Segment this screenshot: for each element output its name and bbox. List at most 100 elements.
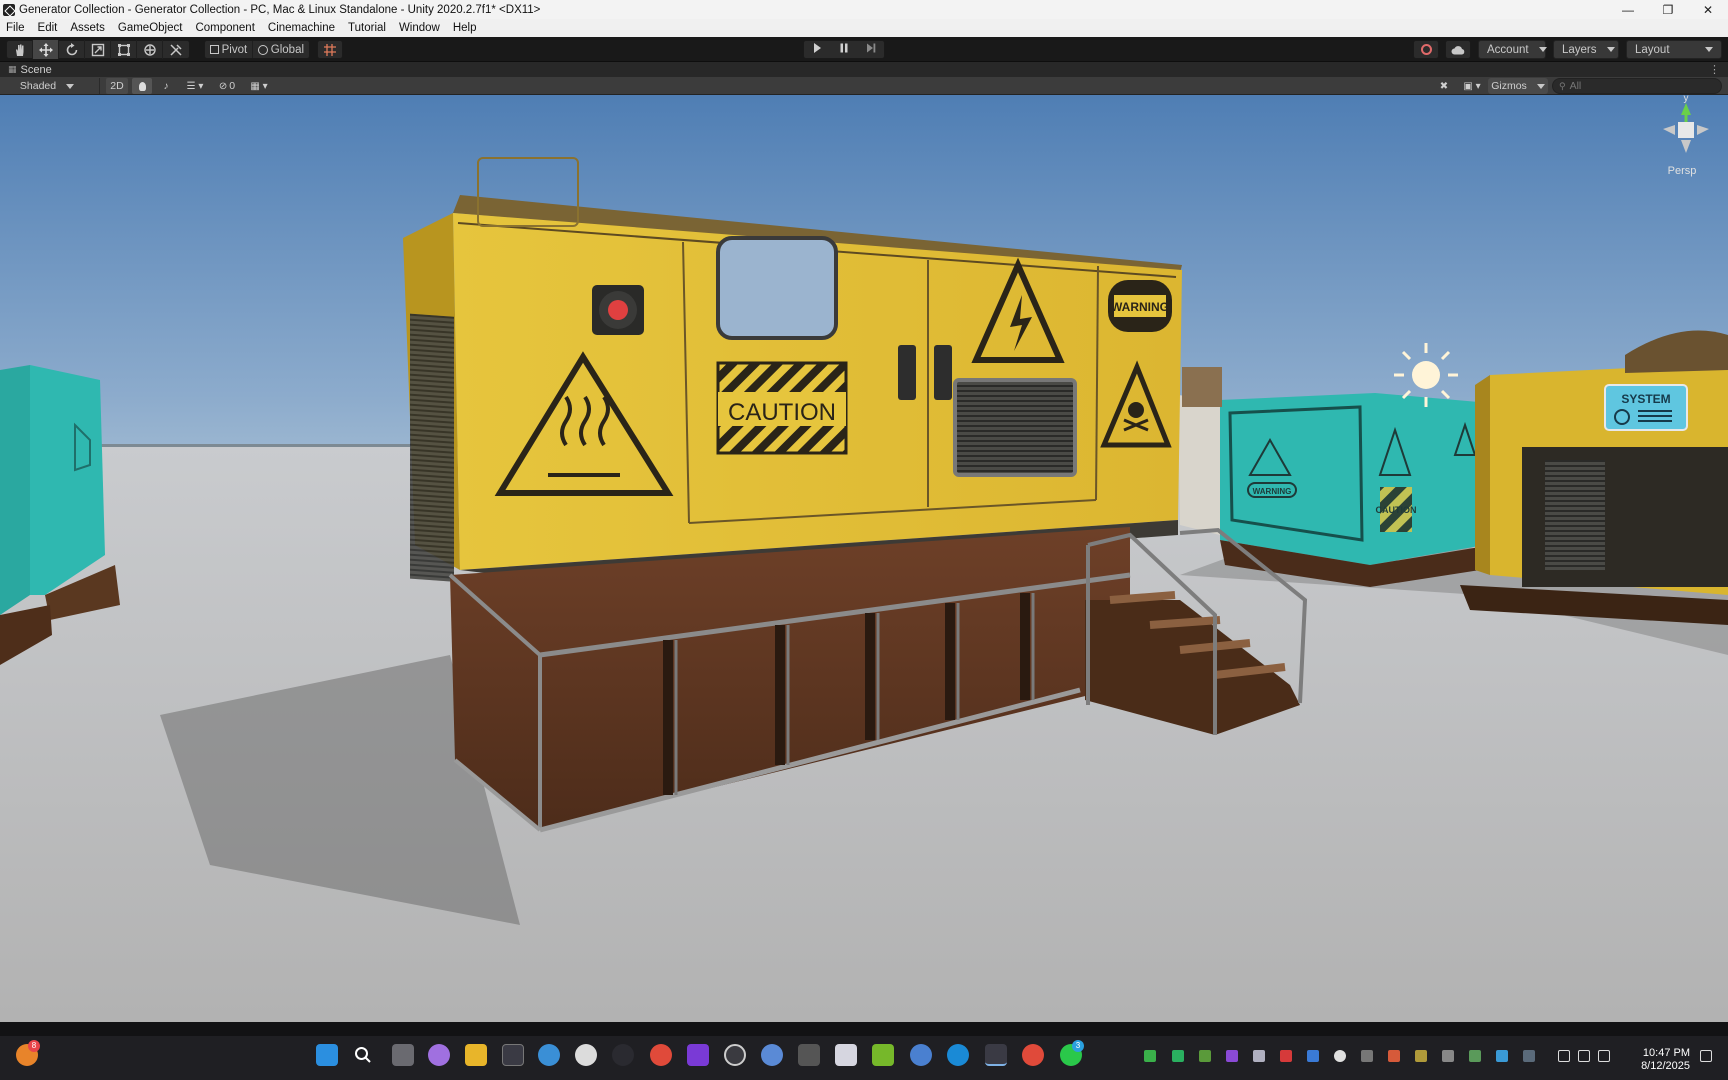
task-view-icon[interactable] [392, 1044, 414, 1066]
menu-edit[interactable]: Edit [38, 22, 58, 34]
tab-menu-icon[interactable]: ⋮ [1709, 63, 1720, 76]
wifi-icon[interactable] [1558, 1050, 1570, 1062]
scene-tab[interactable]: Scene [21, 64, 52, 76]
minimize-button[interactable]: — [1608, 0, 1648, 19]
nvidia-icon[interactable] [872, 1044, 894, 1066]
layers-dropdown[interactable]: Layers [1553, 40, 1619, 59]
projection-label[interactable]: Persp [1668, 165, 1697, 177]
browser-app-icon[interactable] [761, 1044, 783, 1066]
grammarly-tray-icon[interactable] [1334, 1050, 1346, 1062]
video-editor-icon[interactable] [687, 1044, 709, 1066]
audio-toggle[interactable]: ♪ [156, 78, 176, 94]
unity-taskbar-icon[interactable] [985, 1044, 1007, 1066]
effects-dropdown[interactable]: ☰ ▾ [180, 78, 210, 94]
snipping-tool-icon[interactable] [835, 1044, 857, 1066]
scene-search-input[interactable]: ⚲ All [1552, 78, 1722, 94]
tray-app-icon-4[interactable] [1307, 1050, 1319, 1062]
tools-icon[interactable]: ✖ [1436, 78, 1452, 94]
speaker-icon: ♪ [163, 80, 169, 92]
window-title-bar: Generator Collection - Generator Collect… [0, 0, 1728, 19]
menu-window[interactable]: Window [399, 22, 440, 34]
excel-tray-icon[interactable] [1172, 1050, 1184, 1062]
play-button[interactable] [811, 42, 823, 57]
lighting-toggle[interactable] [132, 78, 152, 94]
maximize-button[interactable]: ❐ [1648, 0, 1688, 19]
system-decal: SYSTEM [1621, 392, 1670, 406]
tray-app-icon-6[interactable] [1388, 1050, 1400, 1062]
close-button[interactable]: ✕ [1688, 0, 1728, 19]
small-warning-decal: WARNING [1253, 487, 1292, 496]
gizmo-axis-y: y [1684, 95, 1689, 104]
search-taskbar-icon[interactable] [352, 1044, 374, 1066]
camera-dropdown[interactable]: ▣ ▾ [1458, 78, 1486, 94]
obs-icon[interactable] [724, 1044, 746, 1066]
tray-app-icon-5[interactable] [1361, 1050, 1373, 1062]
hand-tool-icon[interactable] [7, 40, 33, 59]
globe-app-icon[interactable] [910, 1044, 932, 1066]
tray-app-icon-3[interactable] [1280, 1050, 1292, 1062]
copilot-icon[interactable] [428, 1044, 450, 1066]
layers-label: Layers [1562, 43, 1597, 56]
menu-file[interactable]: File [6, 22, 25, 34]
scale-tool-icon[interactable] [85, 40, 111, 59]
cloud-button[interactable] [1445, 40, 1471, 59]
main-toolbar: Pivot Global Account Layers Layout [0, 37, 1728, 62]
rotate-tool-icon[interactable] [59, 40, 85, 59]
tray-app-icon-11[interactable] [1523, 1050, 1535, 1062]
tray-app-icon-7[interactable] [1415, 1050, 1427, 1062]
gizmos-label: Gizmos [1491, 80, 1527, 92]
pivot-label: Pivot [221, 43, 248, 56]
shading-mode-label: Shaded [19, 80, 57, 92]
tray-app-icon-8[interactable] [1442, 1050, 1454, 1062]
alien-app-icon[interactable] [575, 1044, 597, 1066]
layout-dropdown[interactable]: Layout [1626, 40, 1722, 59]
store-icon[interactable] [502, 1044, 524, 1066]
grid-dropdown[interactable]: ▦ ▾ [244, 78, 274, 94]
scene-viewport[interactable]: CAUTION WARNING SYSTEM CAUTION WARNING y… [0, 95, 1728, 1022]
grid-snap-button[interactable] [317, 40, 343, 59]
step-button[interactable] [865, 42, 877, 57]
2d-toggle[interactable]: 2D [106, 78, 128, 94]
tray-app-icon-9[interactable] [1469, 1050, 1481, 1062]
xbox-tray-icon[interactable] [1144, 1050, 1156, 1062]
menu-gameobject[interactable]: GameObject [118, 22, 183, 34]
menu-component[interactable]: Component [195, 22, 254, 34]
transform-tool-icon[interactable] [137, 40, 163, 59]
move-tool-icon[interactable] [33, 40, 59, 59]
dark-app-icon[interactable] [612, 1044, 634, 1066]
menu-tutorial[interactable]: Tutorial [348, 22, 386, 34]
file-explorer-icon[interactable] [465, 1044, 487, 1066]
chrome-alt-icon[interactable] [1022, 1044, 1044, 1066]
menu-cinemachine[interactable]: Cinemachine [268, 22, 335, 34]
play-controls [803, 40, 885, 59]
hidden-objects-toggle[interactable]: ⊘ 0 [214, 78, 240, 94]
collab-button[interactable] [1413, 40, 1439, 59]
taskbar-clock[interactable]: 10:47 PM 8/12/2025 [1641, 1047, 1690, 1073]
rect-tool-icon[interactable] [111, 40, 137, 59]
custom-tool-icon[interactable] [163, 40, 189, 59]
global-toggle[interactable]: Global [253, 41, 309, 58]
device-icon[interactable] [798, 1044, 820, 1066]
tray-app-icon-2[interactable] [1226, 1050, 1238, 1062]
menu-help[interactable]: Help [453, 22, 477, 34]
start-icon[interactable] [316, 1044, 338, 1066]
pause-button[interactable] [838, 42, 850, 57]
volume-icon[interactable] [1578, 1050, 1590, 1062]
pivot-icon [209, 45, 219, 54]
layout-label: Layout [1635, 43, 1670, 56]
tray-app-icon-10[interactable] [1496, 1050, 1508, 1062]
tray-app-icon-1[interactable] [1199, 1050, 1211, 1062]
paint-icon[interactable] [538, 1044, 560, 1066]
vs-tray-icon[interactable] [1253, 1050, 1265, 1062]
menu-assets[interactable]: Assets [70, 22, 105, 34]
notification-center-icon[interactable] [1700, 1050, 1712, 1062]
window-title: Generator Collection - Generator Collect… [19, 3, 541, 16]
shading-mode-dropdown[interactable]: Shaded [0, 78, 100, 94]
account-dropdown[interactable]: Account [1478, 40, 1546, 59]
gizmos-dropdown[interactable]: Gizmos [1488, 78, 1548, 94]
battery-icon[interactable] [1598, 1050, 1610, 1062]
chrome-icon[interactable] [650, 1044, 672, 1066]
edge-icon[interactable] [947, 1044, 969, 1066]
pivot-toggle[interactable]: Pivot [205, 41, 253, 58]
menu-bar: File Edit Assets GameObject Component Ci… [0, 19, 1728, 37]
